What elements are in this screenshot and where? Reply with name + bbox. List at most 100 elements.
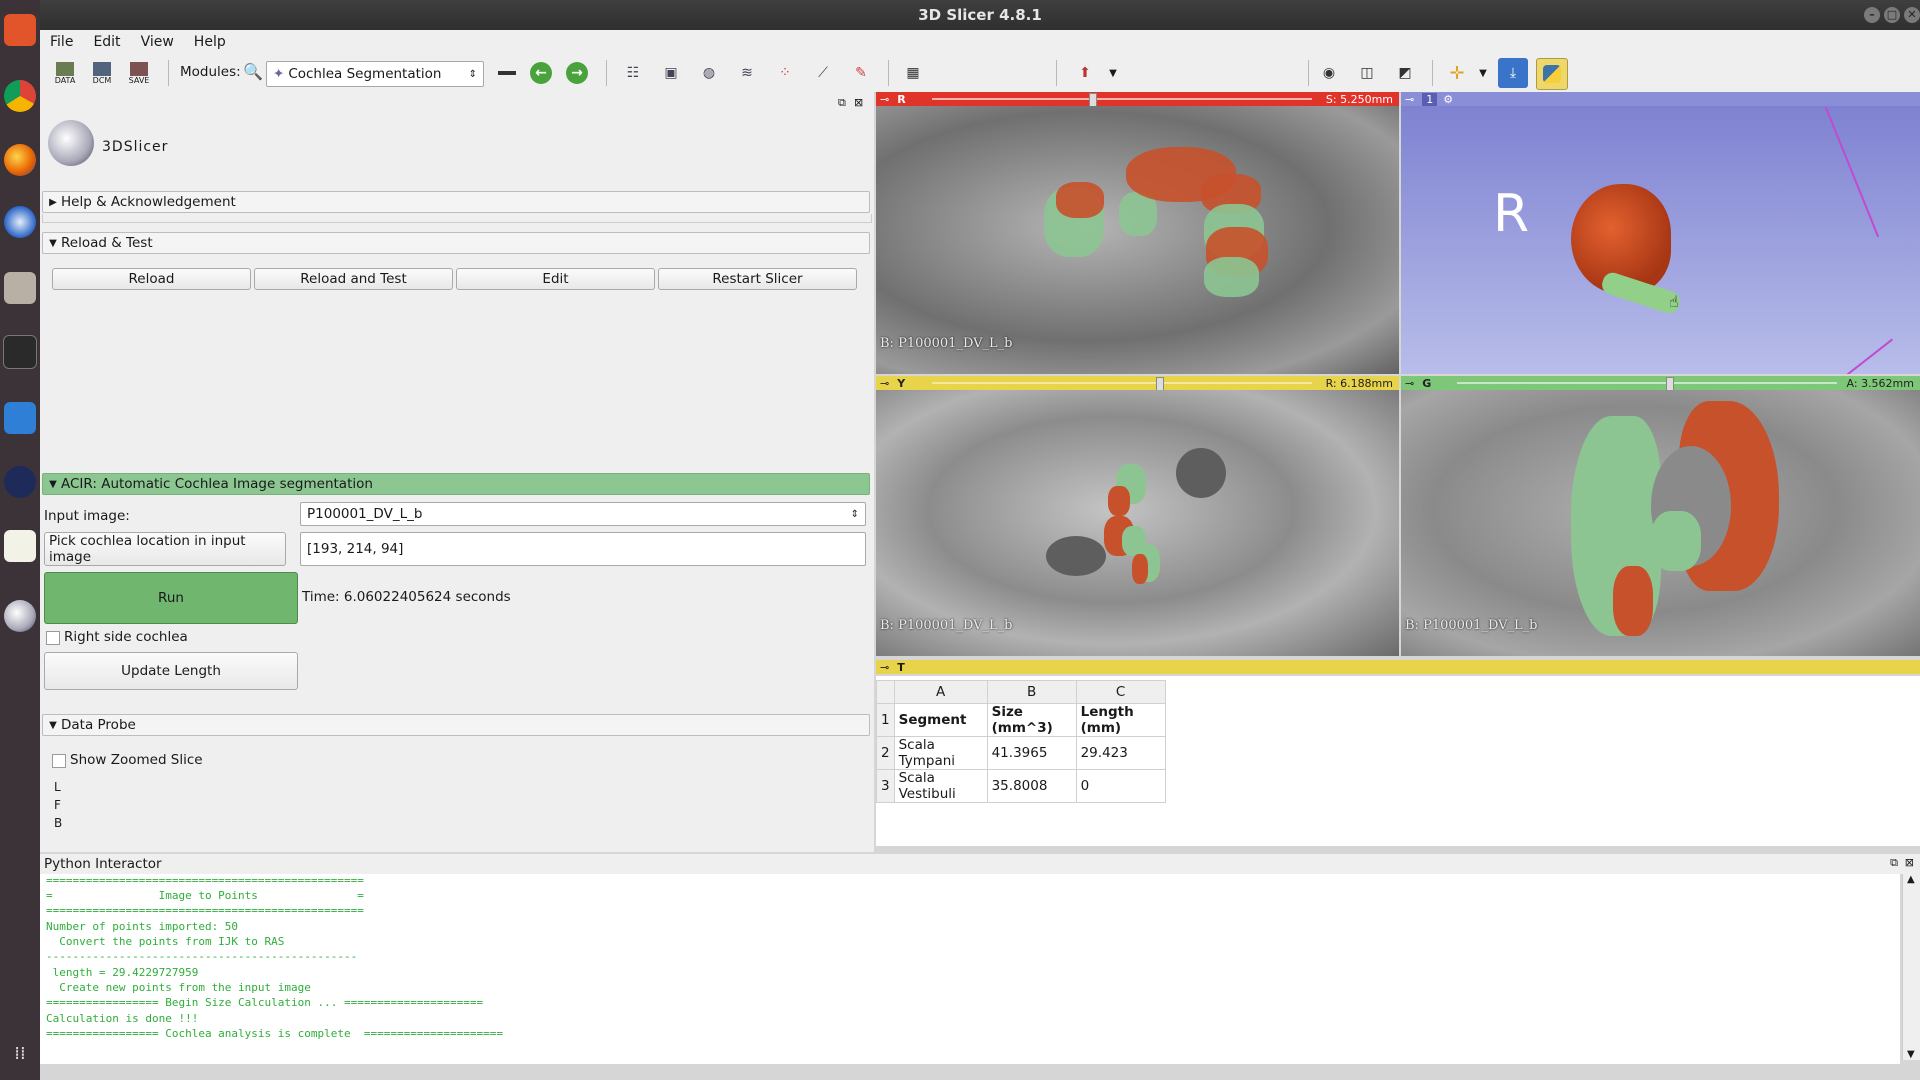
pin-icon[interactable]: ⊸ [1405,377,1414,390]
back-arrow-icon[interactable]: ← [526,58,556,88]
table-cell[interactable]: 35.8008 [986,769,1077,803]
table-view-controller[interactable]: ⊸ T [876,660,1920,674]
extension-manager-icon[interactable]: ⤓ [1498,58,1528,88]
red-slice-controller[interactable]: ⊸ R S: 5.250mm [876,92,1399,107]
show-apps-icon[interactable]: ⁞⁞ [0,1028,40,1080]
update-length-button[interactable]: Update Length [44,652,298,690]
terminal-icon[interactable] [0,326,40,378]
slider-thumb[interactable] [1156,377,1165,391]
table-column-header[interactable]: A [893,680,988,704]
yellow-slice-controller[interactable]: ⊸ Y R: 6.188mm [876,376,1399,391]
table-cell[interactable]: Segment [893,703,988,737]
gear-icon[interactable]: ⚙ [1443,93,1453,106]
save-button[interactable]: SAVE [124,58,154,88]
close-icon[interactable]: ✕ [1904,7,1920,23]
view-layout-icon[interactable]: ▦ [898,58,928,88]
table-cell[interactable]: Scala Tympani [893,736,988,770]
python-console[interactable]: ========================================… [40,874,1900,1064]
table-cell[interactable]: 29.423 [1075,736,1166,770]
mouse-mode-icon[interactable]: ⬆ [1070,58,1100,88]
text-editor-icon[interactable] [0,520,40,572]
data-probe-section-header[interactable]: ▼ Data Probe [42,714,870,736]
scroll-down-icon[interactable]: ▼ [1907,1049,1915,1060]
pin-icon[interactable]: ⊸ [880,377,889,390]
pick-cochlea-location-button[interactable]: Pick cochlea location in input image [44,532,286,566]
cochlea-location-field[interactable]: [193, 214, 94] [300,532,866,566]
monitor-icon[interactable] [0,392,40,444]
edit-button[interactable]: Edit [456,268,655,290]
app-center-icon[interactable] [0,4,40,56]
crosshair-edit-icon[interactable]: ✎ [846,58,876,88]
threed-view[interactable]: ⊸ 1 ⚙ R ☝ [1401,92,1920,374]
panel-close-icon[interactable]: ⊠ [854,96,863,109]
layout-icon[interactable]: ☷ [618,58,648,88]
menu-view[interactable]: View [131,34,184,50]
run-button[interactable]: Run [44,572,298,624]
pin-icon[interactable]: ⊸ [880,661,889,674]
markups-icon[interactable]: ⁘ [770,58,800,88]
chrome-icon[interactable] [0,70,40,122]
reload-and-test-button[interactable]: Reload and Test [254,268,453,290]
threed-view-controller[interactable]: ⊸ 1 ⚙ [1401,92,1920,106]
menu-file[interactable]: File [40,34,83,50]
module-selector[interactable]: ✦ Cochlea Segmentation ⇕ [266,61,484,87]
table-column-header[interactable]: B [986,680,1077,704]
load-dicom-button[interactable]: DCM [87,58,117,88]
table-cell[interactable]: 41.3965 [986,736,1077,770]
green-offset-slider[interactable] [1457,377,1837,391]
screenshot-icon[interactable]: ◉ [1314,58,1344,88]
firefox-icon[interactable] [0,134,40,186]
table-row[interactable]: 2 Scala Tympani 41.3965 29.423 [876,736,1166,770]
red-slice-view[interactable]: ⊸ R S: 5.250mm B: P100001_DV_L_b [876,92,1399,374]
disk-icon[interactable] [0,456,40,508]
extension-icon[interactable]: ◩ [1390,58,1420,88]
module-search-icon[interactable]: 🔍 [243,62,263,81]
float-icon[interactable]: ⧉ [1890,856,1898,870]
pin-icon[interactable]: ⊸ [880,93,889,106]
slider-thumb[interactable] [1089,93,1098,107]
table-cell[interactable]: Length (mm) [1075,703,1166,737]
pin-icon[interactable]: ⊸ [1405,93,1414,106]
crosshair-dropdown-icon[interactable]: ▼ [1468,58,1498,88]
slider-thumb[interactable] [1666,377,1675,391]
yellow-offset-slider[interactable] [932,377,1312,391]
console-scrollbar[interactable]: ▲ ▼ [1902,874,1920,1060]
volume-icon[interactable]: ▣ [656,58,686,88]
table-row[interactable]: 3 Scala Vestibuli 35.8008 0 [876,769,1166,803]
help-section-header[interactable]: ▶ Help & Acknowledgement [42,191,870,213]
load-data-button[interactable]: DATA [50,58,80,88]
transforms-icon[interactable]: ≋ [732,58,762,88]
reload-button[interactable]: Reload [52,268,251,290]
table-cell[interactable]: Size (mm^3) [986,703,1077,737]
forward-arrow-icon[interactable]: → [562,58,592,88]
maximize-icon[interactable]: □ [1884,7,1900,23]
green-slice-controller[interactable]: ⊸ G A: 3.562mm [1401,376,1920,391]
slicer-launcher-icon[interactable] [0,590,40,642]
right-side-cochlea-checkbox[interactable] [46,631,60,645]
show-zoomed-slice-checkbox[interactable] [52,754,66,768]
table-view[interactable]: A B C 1 Segment Size (mm^3) Length (mm) … [876,676,1920,846]
restart-slicer-button[interactable]: Restart Slicer [658,268,857,290]
minimize-icon[interactable]: – [1864,7,1880,23]
input-image-selector[interactable]: P100001_DV_L_b ⇕ [300,502,866,526]
yellow-slice-view[interactable]: ⊸ Y R: 6.188mm B: P100001_DV_L_b [876,376,1399,656]
thunderbird-icon[interactable] [0,196,40,248]
table-cell[interactable]: Scala Vestibuli [893,769,988,803]
scene-view-icon[interactable]: ◫ [1352,58,1382,88]
scroll-up-icon[interactable]: ▲ [1907,874,1915,885]
files-icon[interactable] [0,262,40,314]
menu-edit[interactable]: Edit [83,34,130,50]
float-icon[interactable]: ⧉ [838,96,846,110]
segment-table[interactable]: A B C 1 Segment Size (mm^3) Length (mm) … [876,680,1166,803]
panel-close-icon[interactable]: ⊠ [1905,856,1914,869]
python-icon[interactable] [1536,58,1568,90]
acir-section-header[interactable]: ▼ ACIR: Automatic Cochlea Image segmentat… [42,473,870,495]
mouse-mode-dropdown-icon[interactable]: ▼ [1098,58,1128,88]
table-column-header[interactable]: C [1075,680,1166,704]
models-icon[interactable]: ◍ [694,58,724,88]
table-row[interactable]: 1 Segment Size (mm^3) Length (mm) [876,703,1166,737]
table-cell[interactable]: 0 [1075,769,1166,803]
reload-section-header[interactable]: ▼ Reload & Test [42,232,870,254]
menu-help[interactable]: Help [184,34,236,50]
green-slice-view[interactable]: ⊸ G A: 3.562mm B: P100001_DV_L_b [1401,376,1920,656]
